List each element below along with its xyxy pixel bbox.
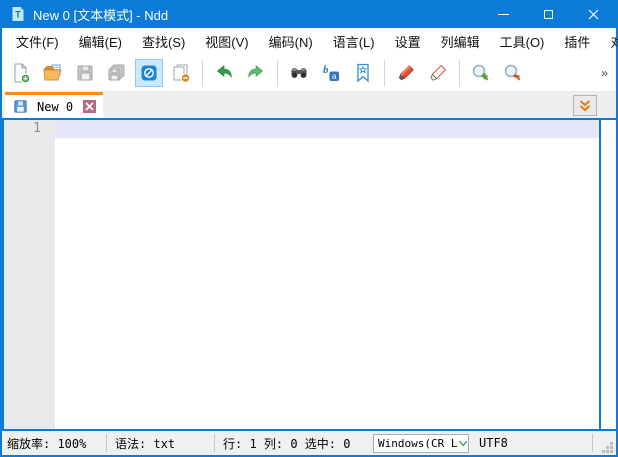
window-title: New 0 [文本模式] - Ndd [33, 5, 168, 24]
toolbar-separator [202, 60, 203, 86]
minimize-button[interactable] [481, 0, 526, 28]
tabbar: New 0 [2, 92, 616, 118]
bookmark-button[interactable] [349, 59, 377, 87]
document-list-button[interactable] [573, 95, 597, 116]
toolbar-separator [277, 60, 278, 86]
current-line-highlight [55, 120, 599, 138]
mark-button[interactable] [392, 59, 420, 87]
maximize-icon [544, 10, 553, 19]
menu-view[interactable]: 视图(V) [195, 28, 258, 55]
menu-search[interactable]: 查找(S) [132, 28, 195, 55]
new-file-button[interactable] [7, 59, 35, 87]
eol-select[interactable]: Windows(CR LF [373, 434, 469, 453]
editor[interactable]: 1 [2, 120, 601, 429]
toolbar-overflow-chevron[interactable]: » [601, 66, 608, 80]
save-button[interactable] [71, 59, 99, 87]
zoom-out-icon [502, 62, 524, 84]
replace-icon: b a [320, 62, 342, 84]
find-button[interactable] [285, 59, 313, 87]
tab-new-0[interactable]: New 0 [5, 92, 103, 118]
svg-text:a: a [332, 71, 337, 81]
minimize-icon [498, 14, 509, 15]
svg-text:T: T [15, 10, 21, 20]
replace-button[interactable]: b a [317, 59, 345, 87]
toolbar: b a [2, 55, 616, 92]
clear-marks-icon [427, 62, 449, 84]
menu-plugins[interactable]: 插件 [554, 28, 600, 55]
text-mode-icon [138, 62, 160, 84]
clear-marks-button[interactable] [424, 59, 452, 87]
save-all-button[interactable] [103, 59, 131, 87]
menu-file[interactable]: 文件(F) [6, 28, 69, 55]
status-zoom-level: 缩放率: 100% [2, 435, 106, 452]
close-document-button[interactable] [167, 59, 195, 87]
open-file-button[interactable] [39, 59, 67, 87]
statusbar-separator [592, 434, 593, 452]
close-document-icon [170, 62, 192, 84]
menu-settings[interactable]: 设置 [385, 28, 431, 55]
menu-encoding[interactable]: 编码(N) [259, 28, 323, 55]
menu-edit[interactable]: 编辑(E) [69, 28, 132, 55]
eol-selected-value: Windows(CR LF [378, 437, 458, 450]
close-icon [588, 9, 599, 20]
statusbar: 缩放率: 100% 语法: txt 行: 1 列: 0 选中: 0 Window… [2, 431, 616, 455]
find-icon [288, 62, 310, 84]
status-syntax: 语法: txt [107, 435, 214, 452]
menu-language[interactable]: 语言(L) [323, 28, 385, 55]
app-window: T New 0 [文本模式] - Ndd 文件(F) 编辑(E) 查找(S) 视… [0, 0, 618, 457]
redo-button[interactable] [242, 59, 270, 87]
app-icon: T [10, 6, 26, 22]
chevron-down-icon [458, 439, 468, 448]
status-cursor-position: 行: 1 列: 0 选中: 0 [215, 435, 371, 452]
mark-icon [395, 62, 417, 84]
menu-column-edit[interactable]: 列编辑 [431, 28, 490, 55]
open-file-icon [42, 62, 64, 84]
svg-text:b: b [323, 64, 329, 76]
resize-grip[interactable] [601, 441, 613, 453]
tab-close-icon [85, 102, 94, 111]
save-all-icon [106, 62, 128, 84]
new-file-icon [10, 62, 32, 84]
tab-close-button[interactable] [83, 100, 96, 113]
undo-button[interactable] [210, 59, 238, 87]
line-number-gutter: 1 [4, 120, 55, 429]
bookmark-icon [352, 62, 374, 84]
undo-icon [213, 62, 235, 84]
vertical-scrollbar[interactable] [601, 120, 616, 429]
close-button[interactable] [571, 0, 616, 28]
caption-buttons [481, 0, 616, 28]
status-encoding: UTF8 [469, 436, 518, 450]
titlebar: T New 0 [文本模式] - Ndd [2, 0, 616, 28]
maximize-button[interactable] [526, 0, 571, 28]
toolbar-separator [459, 60, 460, 86]
zoom-out-button[interactable] [499, 59, 527, 87]
zoom-in-button[interactable] [467, 59, 495, 87]
toolbar-separator [384, 60, 385, 86]
tab-label: New 0 [37, 100, 73, 114]
file-saved-icon [13, 99, 28, 114]
menubar: 文件(F) 编辑(E) 查找(S) 视图(V) 编码(N) 语言(L) 设置 列… [2, 28, 616, 55]
zoom-in-icon [470, 62, 492, 84]
line-number: 1 [4, 121, 41, 136]
double-chevron-down-icon [577, 98, 593, 114]
redo-icon [245, 62, 267, 84]
menu-compare[interactable]: 对比(C) [600, 28, 618, 55]
save-icon [74, 62, 96, 84]
text-area[interactable] [55, 120, 599, 429]
menu-tools[interactable]: 工具(O) [490, 28, 555, 55]
text-mode-toggle-button[interactable] [135, 59, 163, 87]
editor-area: 1 [2, 118, 616, 431]
